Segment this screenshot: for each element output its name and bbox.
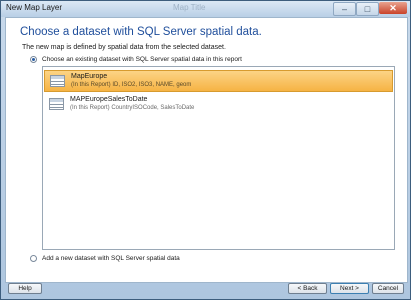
background-window-title: Map Title <box>173 3 206 12</box>
minimize-button[interactable]: – <box>333 2 356 16</box>
page-title: Choose a dataset with SQL Server spatial… <box>20 26 262 38</box>
dataset-name: MapEurope <box>71 73 108 80</box>
cancel-button[interactable]: Cancel <box>372 283 404 294</box>
page-description: The new map is defined by spatial data f… <box>22 44 226 51</box>
maximize-button[interactable]: □ <box>356 2 379 16</box>
dataset-list[interactable]: MapEurope (In this Report) ID, ISO2, ISO… <box>42 66 395 250</box>
radio-new-dataset[interactable] <box>30 255 37 262</box>
dataset-item-mapeuropesalestodate[interactable]: MAPEuropeSalesToDate (In this Report) Co… <box>44 94 393 116</box>
dataset-fields: (In this Report) CountryISOCode, SalesTo… <box>70 105 195 111</box>
window-title: New Map Layer <box>6 3 63 12</box>
dataset-fields: (In this Report) ID, ISO2, ISO3, NAME, g… <box>71 82 192 88</box>
radio-new-dataset-label[interactable]: Add a new dataset with SQL Server spatia… <box>42 255 180 262</box>
help-button[interactable]: Help <box>8 283 42 294</box>
dataset-table-icon <box>50 75 65 87</box>
close-button[interactable]: ✕ <box>379 2 407 14</box>
title-bar[interactable]: New Map Layer Map Title – □ ✕ <box>1 1 410 17</box>
dataset-item-mapeurope[interactable]: MapEurope (In this Report) ID, ISO2, ISO… <box>44 70 393 92</box>
next-button[interactable]: Next > <box>330 283 369 294</box>
dataset-name: MAPEuropeSalesToDate <box>70 96 148 103</box>
dataset-table-icon <box>49 98 64 110</box>
back-button[interactable]: < Back <box>288 283 327 294</box>
radio-existing-dataset-label[interactable]: Choose an existing dataset with SQL Serv… <box>42 56 242 63</box>
wizard-panel: Choose a dataset with SQL Server spatial… <box>5 17 408 283</box>
new-map-layer-window: New Map Layer Map Title – □ ✕ Choose a d… <box>0 0 411 300</box>
radio-existing-dataset[interactable] <box>30 56 37 63</box>
